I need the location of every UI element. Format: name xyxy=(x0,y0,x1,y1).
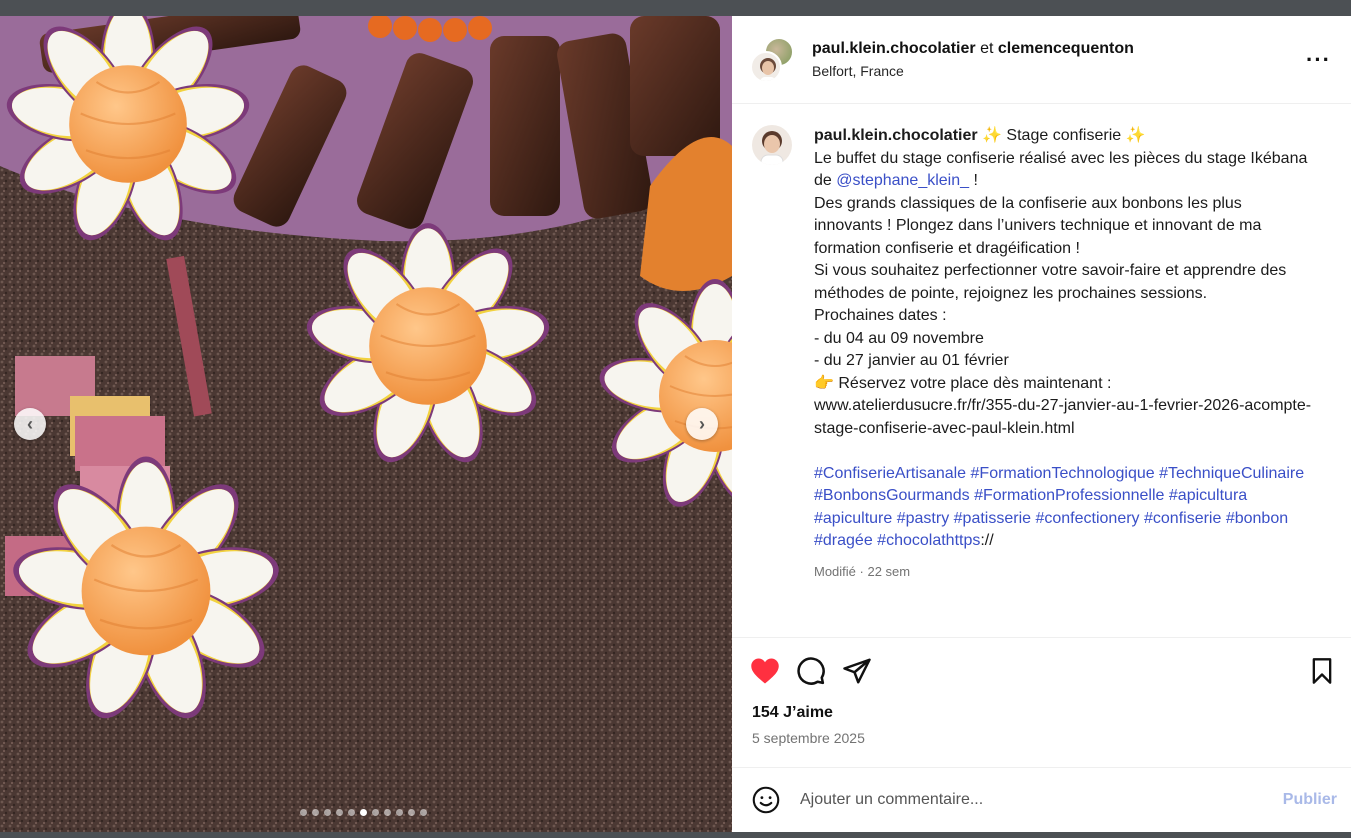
avatar[interactable] xyxy=(752,125,792,165)
carousel-indicator xyxy=(300,809,427,816)
hashtag-link[interactable]: #chocolathttps xyxy=(877,532,980,549)
hashtag-link[interactable]: #patisserie xyxy=(954,510,1031,527)
carousel-dot xyxy=(408,809,415,816)
post-caption: paul.klein.chocolatier ✨ Stage confiseri… xyxy=(732,105,1351,583)
bookmark-icon[interactable] xyxy=(1309,657,1335,685)
hashtag-link[interactable]: #bonbon xyxy=(1226,510,1288,527)
caption-line: ! xyxy=(969,172,978,189)
carousel-dot xyxy=(420,809,427,816)
comment-icon[interactable] xyxy=(796,656,826,686)
carousel-dot xyxy=(396,809,403,816)
caption-author[interactable]: paul.klein.chocolatier xyxy=(814,127,978,144)
heart-filled-icon[interactable] xyxy=(750,657,780,685)
more-options-button[interactable]: ··· xyxy=(1306,47,1331,73)
post-panel: paul.klein.chocolatier et clemencequento… xyxy=(732,16,1351,832)
hashtag-link[interactable]: #apiculture xyxy=(814,510,892,527)
carousel-prev-button[interactable]: ‹ xyxy=(14,408,46,440)
caption-line: Prochaines dates : xyxy=(814,307,947,324)
send-icon[interactable] xyxy=(842,656,872,686)
author-username[interactable]: paul.klein.chocolatier xyxy=(812,40,976,57)
mention-link[interactable]: @stephane_klein_ xyxy=(836,172,969,189)
chevron-left-icon: ‹ xyxy=(27,413,33,434)
hashtag-list: #ConfiserieArtisanale #FormationTechnolo… xyxy=(814,463,1314,553)
carousel-dot xyxy=(300,809,307,816)
hashtag-link[interactable]: #confectionery xyxy=(1035,510,1139,527)
caption-scroll-area[interactable]: paul.klein.chocolatier ✨ Stage confiseri… xyxy=(732,105,1351,637)
carousel-dot-active xyxy=(360,809,367,816)
hashtag-link[interactable]: #confiserie xyxy=(1144,510,1221,527)
post-location[interactable]: Belfort, France xyxy=(812,63,1306,79)
hashtag-link[interactable]: #ConfiserieArtisanale xyxy=(814,465,966,482)
publish-button[interactable]: Publier xyxy=(1283,791,1337,809)
hashtag-tail: :// xyxy=(980,532,994,549)
post-date[interactable]: 5 septembre 2025 xyxy=(732,730,1351,746)
coauthor-joiner: et xyxy=(980,40,994,57)
post-actions: 154 J’aime 5 septembre 2025 xyxy=(732,637,1351,767)
chevron-right-icon: › xyxy=(699,413,705,434)
more-horizontal-icon: ··· xyxy=(1306,46,1331,72)
carousel-dot xyxy=(324,809,331,816)
carousel-dot xyxy=(372,809,379,816)
hashtag-link[interactable]: #TechniqueCulinaire xyxy=(1159,465,1304,482)
coauthor-username[interactable]: clemencequenton xyxy=(998,40,1134,57)
caption-line: Si vous souhaitez perfectionner votre sa… xyxy=(814,262,1287,302)
hashtag-link[interactable]: #FormationProfessionnelle xyxy=(974,487,1164,504)
caption-title: ✨ Stage confiserie ✨ xyxy=(982,127,1146,144)
caption-text: paul.klein.chocolatier ✨ Stage confiseri… xyxy=(814,125,1314,583)
author-avatars[interactable] xyxy=(750,36,794,83)
post-media: ‹ › xyxy=(0,16,732,832)
smiley-icon[interactable] xyxy=(752,786,780,814)
carousel-dot xyxy=(348,809,355,816)
caption-line: - du 04 au 09 novembre xyxy=(814,329,984,347)
carousel-dot xyxy=(312,809,319,816)
avatar xyxy=(750,50,782,83)
comment-input[interactable]: Ajouter un commentaire... xyxy=(800,791,1283,809)
like-count[interactable]: 154 J’aime xyxy=(732,704,1351,722)
carousel-next-button[interactable]: › xyxy=(686,408,718,440)
caption-line: Des grands classiques de la confiserie a… xyxy=(814,194,1262,257)
hashtag-link[interactable]: #pastry xyxy=(897,510,949,527)
post-photo xyxy=(0,16,732,832)
hashtag-link[interactable]: #BonbonsGourmands xyxy=(814,487,970,504)
carousel-dot xyxy=(384,809,391,816)
post-dialog: ‹ › paul.klein.chocolatier et clemencequ… xyxy=(0,16,1351,832)
hashtag-link[interactable]: #apicultura xyxy=(1169,487,1247,504)
caption-meta: Modifié · 22 sem xyxy=(814,563,911,579)
carousel-dot xyxy=(336,809,343,816)
comment-form: Ajouter un commentaire... Publier xyxy=(732,767,1351,832)
caption-url: www.atelierdusucre.fr/fr/355-du-27-janvi… xyxy=(814,397,1312,437)
caption-line: - du 27 janvier au 01 février xyxy=(814,352,1009,369)
hashtag-link[interactable]: #dragée xyxy=(814,532,873,549)
caption-line: 👉 Réservez votre place dès maintenant : xyxy=(814,374,1112,392)
hashtag-link[interactable]: #FormationTechnologique xyxy=(971,465,1155,482)
post-header: paul.klein.chocolatier et clemencequento… xyxy=(732,16,1351,104)
